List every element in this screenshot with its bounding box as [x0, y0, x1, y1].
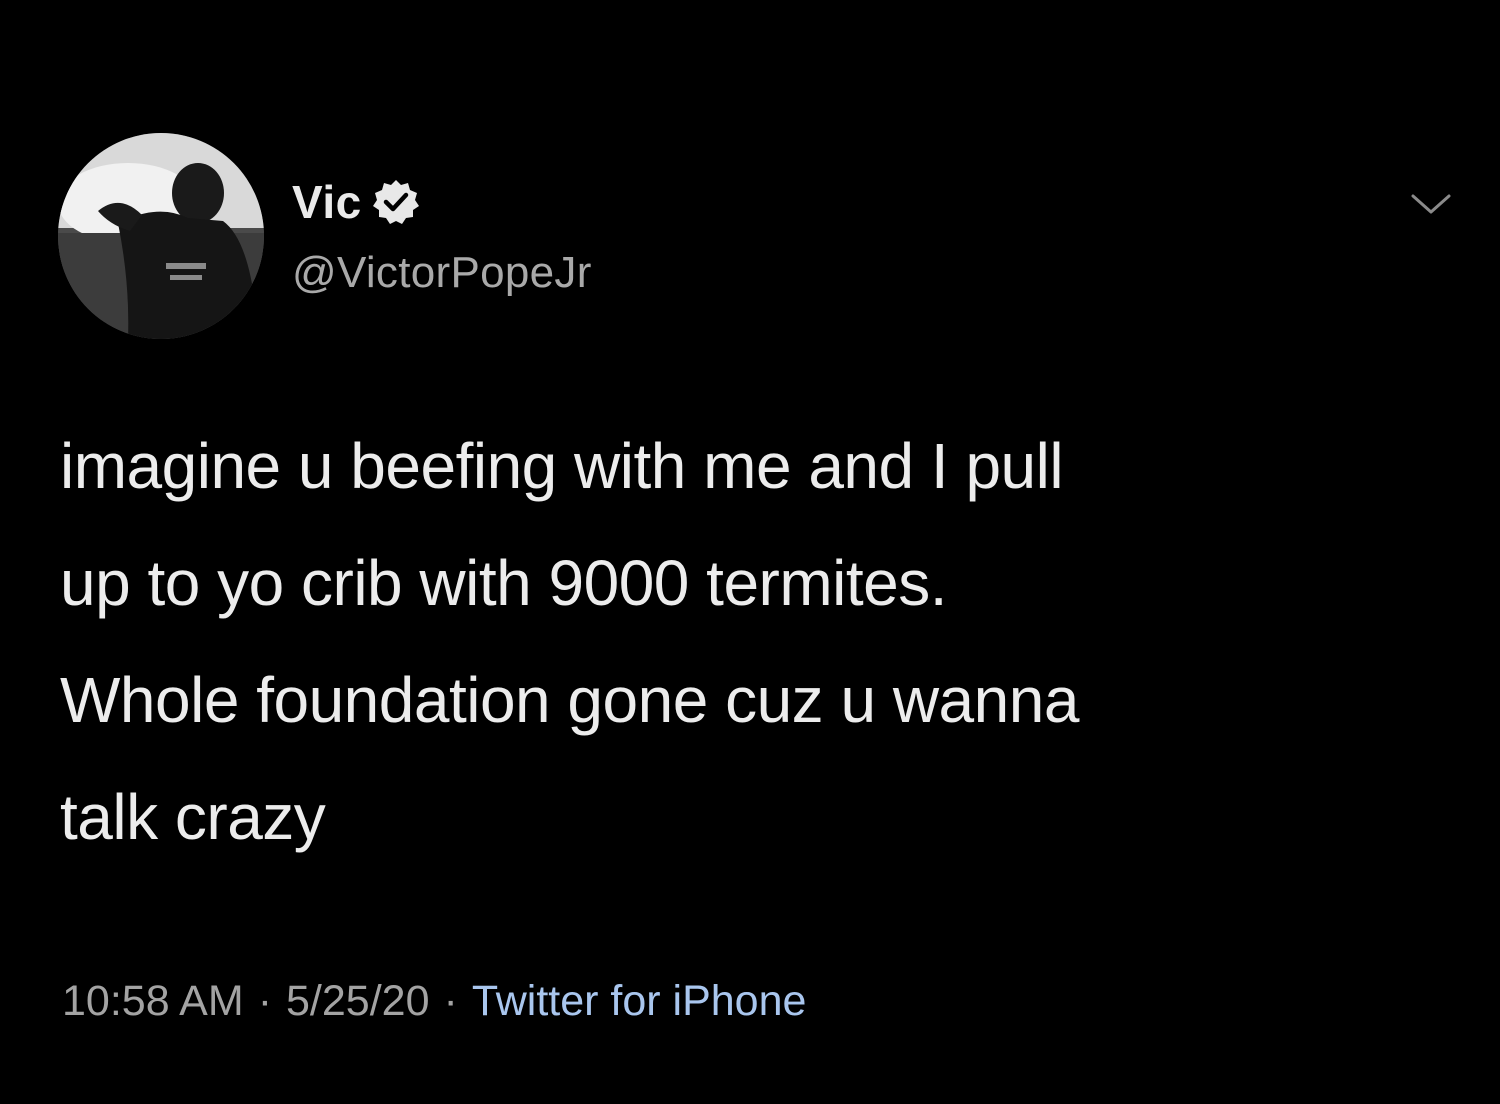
tweet-date[interactable]: 5/25/20 [286, 977, 429, 1026]
display-name[interactable]: Vic [292, 175, 362, 229]
avatar-photo [58, 133, 264, 339]
meta-separator: · [257, 976, 273, 1025]
meta-separator: · [443, 976, 458, 1025]
chevron-down-icon[interactable] [1410, 190, 1452, 218]
tweet-text: imagine u beefing with me and I pull up … [60, 430, 1079, 853]
tweet-meta: 10:58 AM · 5/25/20 · Twitter for iPhone [62, 968, 806, 1034]
avatar[interactable] [58, 133, 264, 339]
author-row: Vic [292, 170, 420, 234]
tweet-time[interactable]: 10:58 AM [62, 977, 244, 1026]
author-handle[interactable]: @VictorPopeJr [292, 248, 592, 298]
verified-badge-icon [372, 178, 420, 226]
tweet-source-link[interactable]: Twitter for iPhone [472, 977, 807, 1026]
tweet-card: Vic @VictorPopeJr imagine u beefing with… [0, 0, 1500, 1104]
